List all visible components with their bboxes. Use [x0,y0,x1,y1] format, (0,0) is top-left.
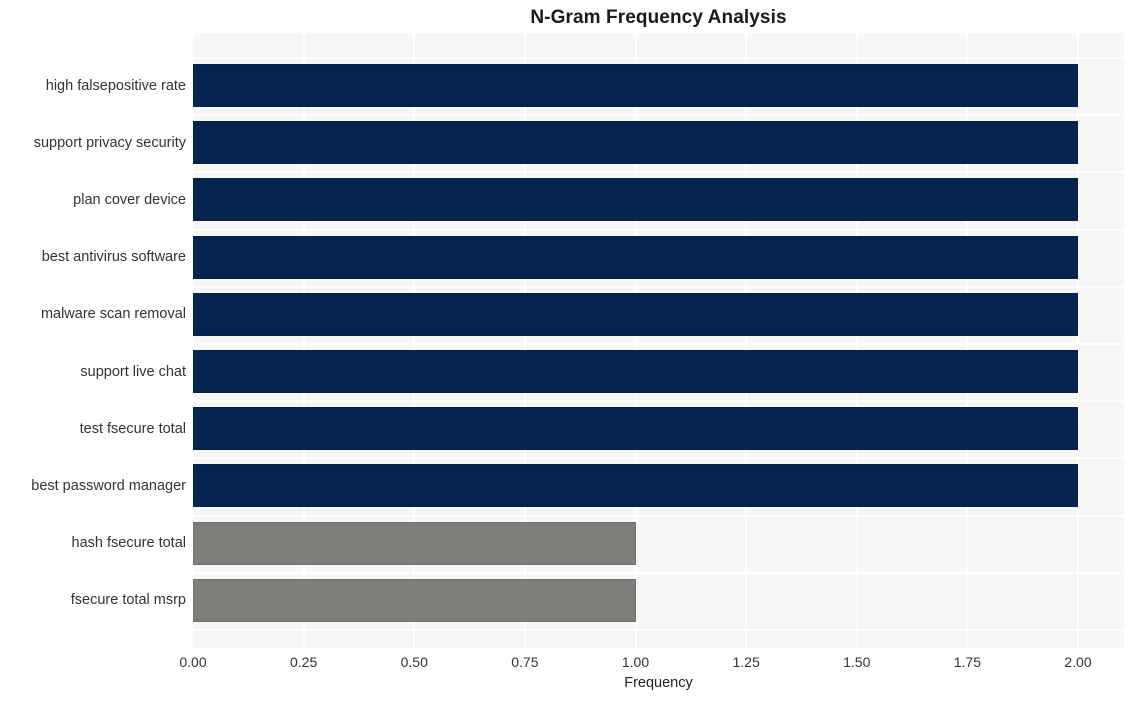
bar [193,578,636,622]
bar [193,464,1078,508]
y-gridline [193,629,1124,631]
x-tick-label: 0.25 [290,654,318,670]
y-tick-label: support privacy security [33,134,186,151]
y-gridline [193,571,1124,574]
bar [193,178,1078,222]
y-gridline [193,514,1124,517]
x-tick-label: 0.50 [400,654,428,670]
y-gridline [193,400,1124,403]
bar [193,121,1078,165]
bar [193,292,1078,336]
chart-title: N-Gram Frequency Analysis [530,7,787,28]
y-tick-label: best password manager [31,477,186,494]
y-gridline [193,57,1124,59]
y-gridline [193,171,1124,174]
y-gridline [193,228,1124,231]
y-gridline [193,285,1124,288]
y-gridline [193,343,1124,345]
x-tick-label: 1.50 [843,654,871,670]
bar [193,407,1078,451]
plot-area [193,33,1124,648]
x-tick-label: 1.75 [953,654,981,670]
x-axis-label: Frequency [624,675,693,691]
chart-figure: N-Gram Frequency Analysis Frequency high… [0,0,1132,701]
y-gridline [193,457,1124,460]
x-tick-label: 0.75 [511,654,539,670]
x-tick-label: 1.25 [732,654,760,670]
y-tick-label: plan cover device [73,191,186,208]
y-tick-label: best antivirus software [41,249,186,266]
bar [193,64,1078,107]
bar [193,350,1078,393]
bar [193,235,1078,279]
x-tick-label: 1.00 [621,654,650,670]
y-tick-label: hash fsecure total [71,535,186,552]
y-tick-label: high falsepositive rate [45,77,186,94]
x-tick-label: 2.00 [1064,654,1092,670]
bar [193,521,636,565]
y-tick-label: fsecure total msrp [70,592,186,609]
y-tick-label: support live chat [80,363,186,380]
y-tick-label: malware scan removal [40,306,186,323]
y-tick-label: test fsecure total [79,420,186,437]
x-tick-label: 0.00 [179,654,207,670]
y-gridline [193,114,1124,117]
